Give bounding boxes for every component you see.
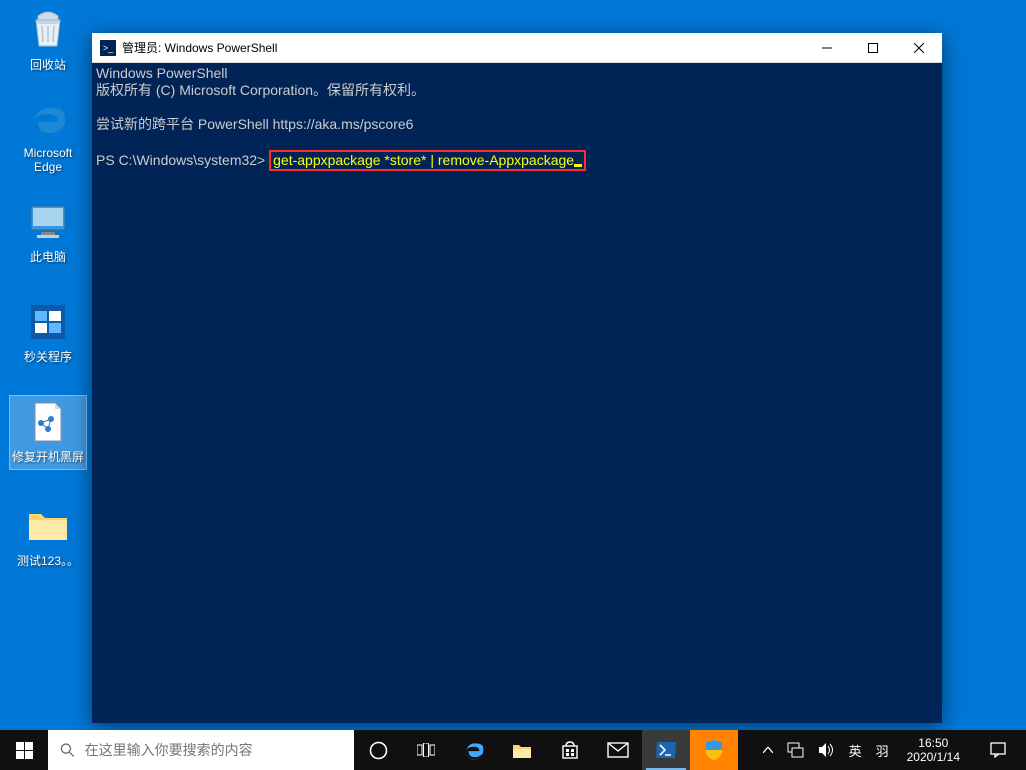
desktop-icon-label: 秒关程序 [10, 348, 86, 365]
search-box[interactable] [48, 730, 354, 770]
taskbar-store[interactable] [546, 730, 594, 770]
desktop-icon-shutdown-app[interactable]: 秒关程序 [10, 300, 86, 365]
desktop-icon-label: 此电脑 [10, 248, 86, 265]
desktop-icon-this-pc[interactable]: 此电脑 [10, 200, 86, 265]
powershell-window: >_ 管理员: Windows PowerShell Windows Power… [92, 33, 942, 723]
desktop-icon-edge[interactable]: Microsoft Edge [10, 98, 86, 174]
console-line: Windows PowerShell [96, 65, 938, 82]
taskbar-explorer[interactable] [498, 730, 546, 770]
taskbar-uac-prompt[interactable] [690, 730, 738, 770]
command-highlight: get-appxpackage *store* | remove-Appxpac… [269, 150, 586, 171]
desktop-icon-label: 测试123。。 [10, 552, 86, 569]
system-tray: 英 羽 16:50 2020/1/14 [755, 730, 1026, 770]
console-prompt-line: PS C:\Windows\system32> get-appxpackage … [96, 150, 938, 171]
volume-icon[interactable] [814, 730, 839, 770]
maximize-button[interactable] [850, 33, 896, 63]
cortana-button[interactable] [354, 730, 402, 770]
search-icon [60, 742, 75, 758]
taskbar-powershell[interactable] [642, 730, 690, 770]
batch-file-icon [26, 400, 70, 444]
start-button[interactable] [0, 730, 48, 770]
taskbar-edge[interactable] [450, 730, 498, 770]
action-center-button[interactable] [974, 741, 1022, 759]
tray-overflow-button[interactable] [759, 730, 777, 770]
titlebar[interactable]: >_ 管理员: Windows PowerShell [92, 33, 942, 63]
desktop[interactable]: 回收站 Microsoft Edge 此电脑 秒关程序 修复开机黑屏 测试123… [0, 0, 1026, 730]
ime-mode-indicator[interactable]: 羽 [872, 730, 893, 770]
console-output[interactable]: Windows PowerShell 版权所有 (C) Microsoft Co… [92, 63, 942, 723]
edge-icon [26, 98, 70, 142]
powershell-icon: >_ [100, 40, 116, 56]
app-icon [26, 300, 70, 344]
window-title: 管理员: Windows PowerShell [122, 39, 804, 56]
search-input[interactable] [85, 742, 342, 758]
desktop-icon-repair-blackscreen[interactable]: 修复开机黑屏 [10, 396, 86, 469]
cursor [574, 164, 582, 167]
clock[interactable]: 16:50 2020/1/14 [899, 736, 968, 764]
close-button[interactable] [896, 33, 942, 63]
console-line: 尝试新的跨平台 PowerShell https://aka.ms/pscore… [96, 116, 938, 133]
desktop-icon-recycle-bin[interactable]: 回收站 [10, 8, 86, 73]
task-view-button[interactable] [402, 730, 450, 770]
ime-indicator[interactable]: 英 [845, 730, 866, 770]
clock-time: 16:50 [907, 736, 960, 750]
desktop-icon-label: Microsoft Edge [10, 146, 86, 174]
folder-icon [26, 504, 70, 548]
desktop-icon-test-folder[interactable]: 测试123。。 [10, 504, 86, 569]
network-icon[interactable] [783, 730, 808, 770]
desktop-icon-label: 回收站 [10, 56, 86, 73]
taskbar: 英 羽 16:50 2020/1/14 [0, 730, 1026, 770]
taskbar-mail[interactable] [594, 730, 642, 770]
minimize-button[interactable] [804, 33, 850, 63]
desktop-icon-label: 修复开机黑屏 [10, 448, 86, 465]
clock-date: 2020/1/14 [907, 750, 960, 764]
recycle-bin-icon [26, 8, 70, 52]
task-items [354, 730, 738, 770]
computer-icon [26, 200, 70, 244]
console-line: 版权所有 (C) Microsoft Corporation。保留所有权利。 [96, 82, 938, 99]
